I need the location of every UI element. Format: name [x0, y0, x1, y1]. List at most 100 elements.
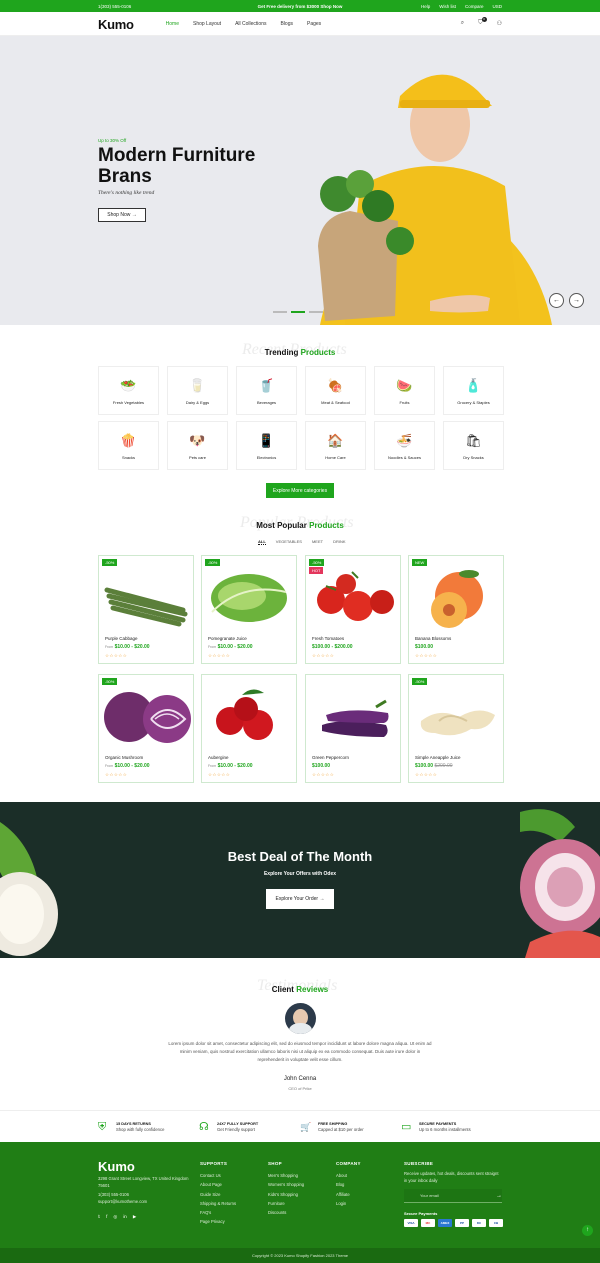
shop-now-button[interactable]: Shop Now → — [98, 208, 146, 222]
category-tile[interactable]: 🧴 Grocery & Staples — [443, 366, 504, 415]
footer-link[interactable]: Furniture — [268, 1199, 304, 1208]
category-tile[interactable]: 🍖 Meat & Seafood — [305, 366, 366, 415]
user-icon[interactable]: ⚇ — [497, 20, 502, 27]
logo[interactable]: Kumo — [98, 15, 134, 32]
footer-link[interactable]: Women's Shopping — [268, 1180, 304, 1189]
hero-dot-active[interactable] — [291, 311, 305, 313]
footer-link[interactable]: Page Privacy — [200, 1217, 236, 1226]
product-image[interactable] — [99, 681, 193, 747]
hero-discount: Up to 30% Off — [98, 138, 127, 143]
product-card[interactable]: Aubergine From $10.00 - $20.00 ☆☆☆☆☆ — [201, 674, 297, 783]
category-tile[interactable]: 🥛 Dairy & Eggs — [167, 366, 228, 415]
copyright: Copyright © 2023 Kumo Shopify Fashion 20… — [0, 1248, 600, 1263]
youtube-icon[interactable]: ▶ — [133, 1214, 136, 1220]
product-name[interactable]: Banana Blossoms — [415, 636, 451, 641]
footer-link[interactable]: Guide Size — [200, 1190, 236, 1199]
category-tile[interactable]: 🏠 Home Care — [305, 421, 366, 470]
product-card[interactable]: -50% HOT Fresh Tomatoes $100.00 - $200.00 ☆☆… — [305, 555, 401, 664]
facebook-icon[interactable]: f — [106, 1214, 107, 1220]
hero-prev-button[interactable]: ← — [549, 293, 564, 308]
product-image[interactable] — [202, 681, 296, 747]
category-tile[interactable]: 🍿 Snacks — [98, 421, 159, 470]
send-arrow-icon[interactable]: → — [496, 1193, 502, 1199]
footer-link[interactable]: Affiliate — [336, 1190, 361, 1199]
footer-link[interactable]: Discounts — [268, 1208, 304, 1217]
product-name[interactable]: Fresh Tomatoes — [312, 636, 344, 641]
product-name[interactable]: Aubergine — [208, 755, 229, 760]
product-name[interactable]: Purple Cabbage — [105, 636, 138, 641]
footer-link[interactable]: FAQ's — [200, 1208, 236, 1217]
footer-link[interactable]: Blog — [336, 1180, 361, 1189]
rating-stars: ☆☆☆☆☆ — [208, 653, 231, 658]
price-from: From — [105, 764, 114, 768]
category-tile[interactable]: 🍉 Fruits — [374, 366, 435, 415]
feature-shipping: 🛒 FREE SHIPPING Capped at $10 per order — [300, 1121, 401, 1133]
product-image[interactable] — [409, 562, 503, 628]
tab-all[interactable]: ALL — [258, 539, 266, 545]
feature-payments: ▭ SECURE PAYMENTS Up to 6 months installm… — [401, 1121, 502, 1133]
product-card[interactable]: -50% Pomegranate Juice From $10.00 - $20.0… — [201, 555, 297, 664]
price-value: $100.00 — [415, 644, 434, 650]
product-name[interactable]: Pomegranate Juice — [208, 636, 247, 641]
topbar-compare-link[interactable]: Compare — [465, 4, 484, 9]
category-label: Fruits — [399, 400, 410, 405]
product-image[interactable] — [306, 681, 400, 747]
hero-dot[interactable] — [273, 311, 287, 313]
nav-pages[interactable]: Pages — [307, 21, 321, 27]
secure-payments-title: Secure Payments — [404, 1211, 438, 1216]
search-icon[interactable]: ⌕ — [461, 20, 464, 27]
footer-email[interactable]: support@kumotheme.com — [98, 1199, 147, 1206]
explore-categories-button[interactable]: Explore More categories — [266, 483, 334, 498]
noodles-icon: 🍜 — [396, 433, 413, 448]
topbar-help-link[interactable]: Help — [421, 4, 430, 9]
topbar-promo[interactable]: Get Free delivery from $3000 Shop Now — [233, 4, 368, 9]
product-card[interactable]: Green Peppercorn $100.00 ☆☆☆☆☆ — [305, 674, 401, 783]
category-label: Noodles & Sauces — [388, 455, 421, 460]
discount-badge: -50% — [102, 678, 118, 685]
tab-meet[interactable]: MEET — [312, 539, 323, 545]
topbar-currency[interactable]: USD — [493, 4, 503, 9]
product-image[interactable] — [409, 681, 503, 747]
product-card[interactable]: -50% Organic Mushroom From $10.00 - $20.00… — [98, 674, 194, 783]
category-tile[interactable]: 🥗 Fresh Vegetables — [98, 366, 159, 415]
instagram-icon[interactable]: ◎ — [113, 1214, 117, 1220]
feature-returns: ⛨ 15 DAYS RETURNS Shop with fully confide… — [98, 1121, 199, 1133]
category-tile[interactable]: 🛍 Dry Snacks — [443, 421, 504, 470]
scroll-top-icon[interactable]: ↑ — [582, 1225, 593, 1236]
nav-all-collections[interactable]: All Collections — [235, 21, 266, 27]
footer-link[interactable]: Login — [336, 1199, 361, 1208]
topbar-wishlist-link[interactable]: Wish list — [439, 4, 456, 9]
product-card[interactable]: NEW Banana Blossoms $100.00 ☆☆☆☆☆ — [408, 555, 504, 664]
footer-link[interactable]: Contact Us — [200, 1171, 236, 1180]
footer-link[interactable]: Shipping & Returns — [200, 1199, 236, 1208]
product-image[interactable] — [202, 562, 296, 628]
cart-icon[interactable]: ⛉ 0 — [478, 17, 487, 27]
tab-drink[interactable]: DRINK — [333, 539, 345, 545]
explore-order-button[interactable]: Explore Your Order → — [266, 889, 334, 909]
footer-link[interactable]: About Page — [200, 1180, 236, 1189]
product-name[interactable]: Simple Aneapple Juice — [415, 755, 461, 760]
category-tile[interactable]: 🥤 Beverages — [236, 366, 297, 415]
tab-vegetables[interactable]: VEGETABLES — [276, 539, 302, 545]
product-card[interactable]: -50% Simple Aneapple Juice $100.00 $200.00… — [408, 674, 504, 783]
footer-link[interactable]: Kids's Shopping — [268, 1190, 304, 1199]
product-name[interactable]: Green Peppercorn — [312, 755, 349, 760]
twitter-icon[interactable]: 𝕥 — [98, 1214, 100, 1220]
nav-blogs[interactable]: Blogs — [280, 21, 293, 27]
footer-logo[interactable]: Kumo — [98, 1159, 135, 1174]
hero-next-button[interactable]: → — [569, 293, 584, 308]
subscribe-email-field[interactable]: Your email → — [404, 1189, 502, 1203]
category-tile[interactable]: 🍜 Noodles & Sauces — [374, 421, 435, 470]
product-card[interactable]: -50% Purple Cabbage From $10.00 - $20.00 ☆☆… — [98, 555, 194, 664]
category-tile[interactable]: 🐶 Pets care — [167, 421, 228, 470]
footer-link[interactable]: Men's Shopping — [268, 1171, 304, 1180]
price-from: From — [208, 764, 217, 768]
product-image[interactable] — [99, 562, 193, 628]
linkedin-icon[interactable]: in — [123, 1214, 127, 1220]
nav-shop-layout[interactable]: Shop Layout — [193, 21, 221, 27]
category-tile[interactable]: 📱 Electronics — [236, 421, 297, 470]
footer-link[interactable]: About — [336, 1171, 361, 1180]
hero-dot[interactable] — [309, 311, 323, 313]
product-name[interactable]: Organic Mushroom — [105, 755, 143, 760]
nav-home[interactable]: Home — [166, 21, 179, 27]
